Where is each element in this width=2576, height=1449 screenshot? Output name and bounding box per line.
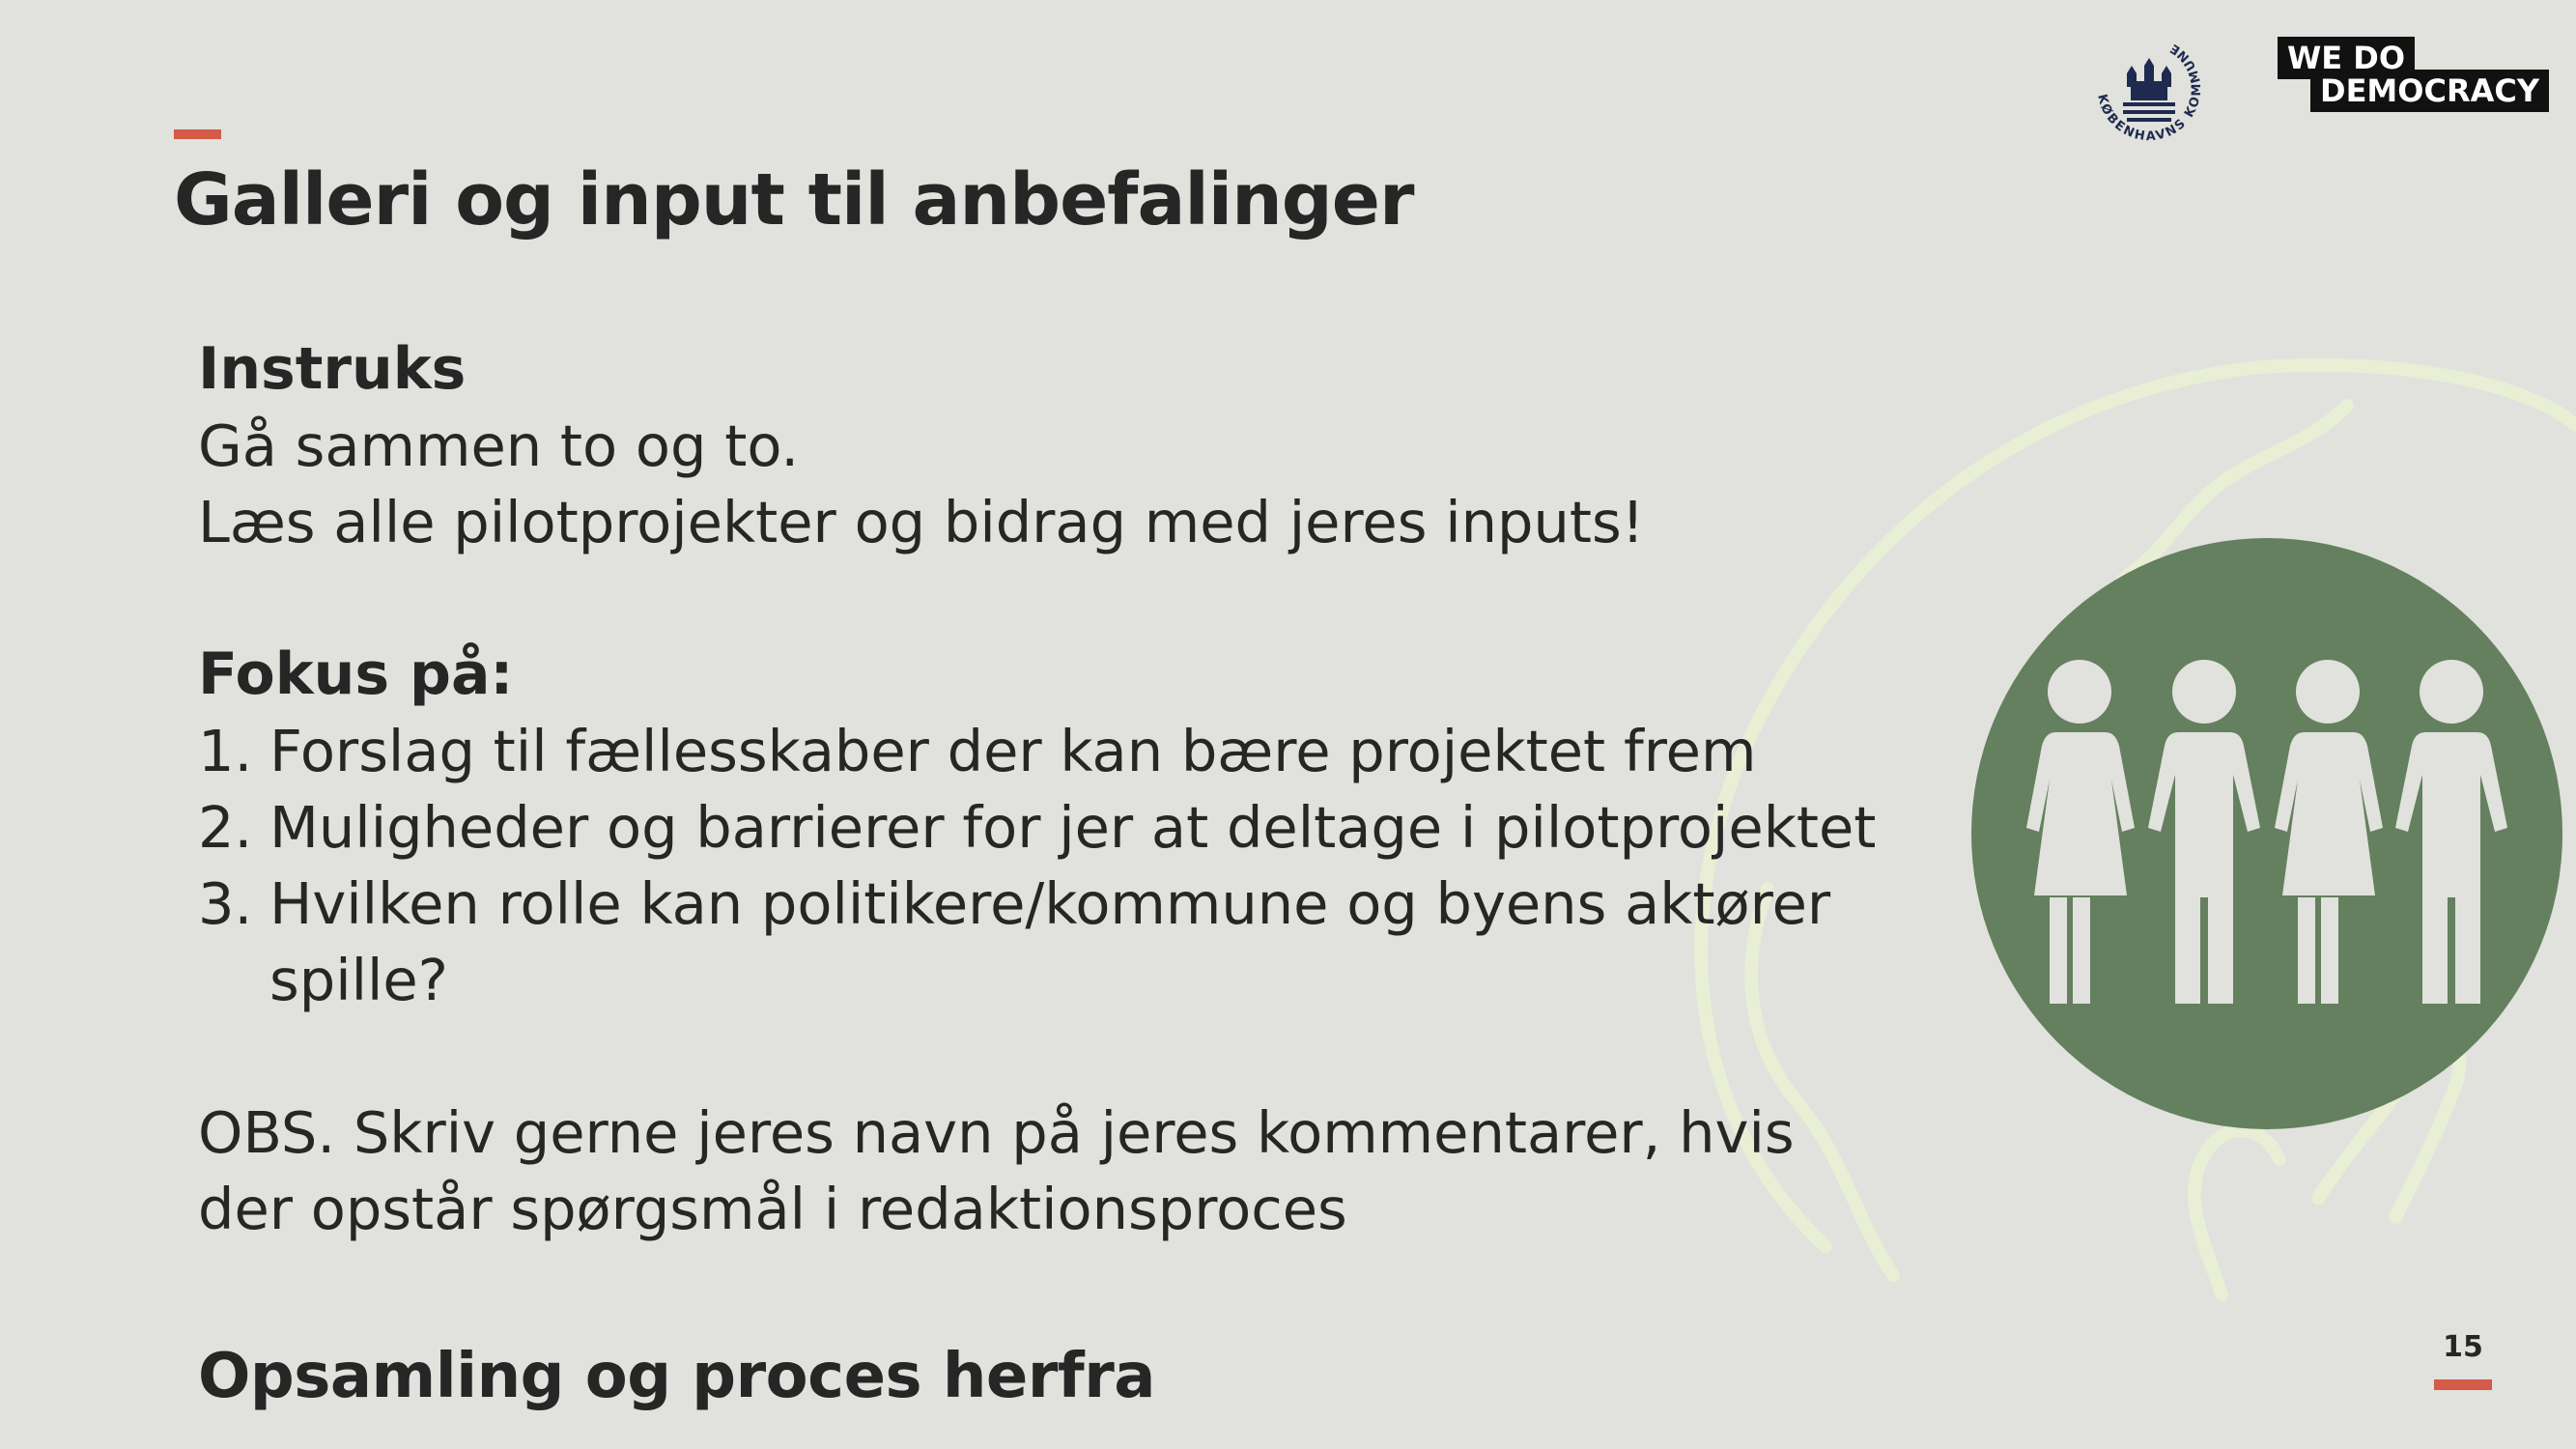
instruction-line: Gå sammen to og to. (198, 412, 800, 479)
logo-text-democracy: DEMOCRACY (2310, 70, 2550, 112)
focus-item-number: 3. (198, 870, 253, 937)
focus-heading: Fokus på: (198, 640, 514, 708)
page-number: 15 (2443, 1330, 2483, 1364)
kobenhavns-kommune-logo: KØBENHAVNS KOMMUNE (2067, 21, 2231, 156)
note-line: der opstår spørgsmål i redaktionsproces (198, 1176, 1347, 1242)
focus-item: 3. Hvilken rolle kan politikere/kommune … (198, 866, 2004, 1018)
page-title: Galleri og input til anbefalinger (174, 158, 1414, 242)
focus-item-text: Hvilken rolle kan politikere/kommune og … (269, 870, 1831, 1013)
instruction-line: Læs alle pilotprojekter og bidrag med je… (198, 489, 1645, 555)
focus-item-text: Muligheder og barrierer for jer at delta… (269, 794, 1877, 861)
we-do-democracy-logo: WE DO DEMOCRACY (2278, 37, 2550, 118)
title-accent-bar (174, 129, 221, 139)
focus-item: 2. Muligheder og barrierer for jer at de… (198, 789, 2004, 866)
page-number-accent-bar (2434, 1379, 2492, 1390)
focus-item-number: 1. (198, 718, 253, 784)
instructions-heading: Instruks (198, 335, 467, 403)
focus-item-text: Forslag til fællesskaber der kan bære pr… (269, 718, 1757, 784)
slide-body: Instruks Gå sammen to og to. Læs alle pi… (198, 331, 2004, 1247)
focus-list: 1. Forslag til fællesskaber der kan bære… (198, 713, 2004, 1018)
section-footer-heading: Opsamling og proces herfra (198, 1341, 1155, 1412)
note-line: OBS. Skriv gerne jeres navn på jeres kom… (198, 1099, 1795, 1166)
focus-item-number: 2. (198, 794, 253, 861)
city-coat-of-arms-icon: KØBENHAVNS KOMMUNE (2094, 40, 2202, 144)
focus-item: 1. Forslag til fællesskaber der kan bære… (198, 713, 2004, 789)
people-group-icon (1971, 538, 2562, 1129)
